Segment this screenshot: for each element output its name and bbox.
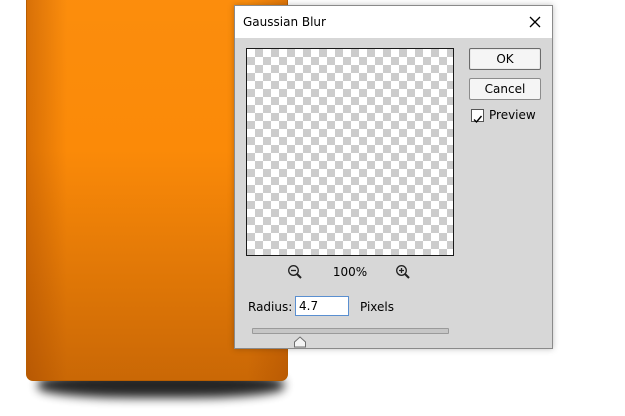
gaussian-blur-dialog: Gaussian Blur 100% Radius: 4.7 Pixels OK…: [234, 5, 553, 349]
blur-preview-area[interactable]: [246, 48, 454, 256]
zoom-level-readout: 100%: [332, 265, 368, 279]
slider-thumb-icon: [294, 336, 306, 348]
preview-checkbox[interactable]: [471, 109, 484, 124]
close-button[interactable]: [518, 6, 552, 38]
zoom-in-button[interactable]: [395, 264, 411, 280]
ok-button[interactable]: OK: [469, 48, 541, 70]
zoom-out-button[interactable]: [287, 264, 303, 280]
units-label: Pixels: [360, 300, 395, 314]
dialog-body: 100% Radius: Pixels OK Cancel: [235, 38, 552, 348]
radius-slider-track[interactable]: [252, 328, 449, 334]
photoshop-workspace: Gaussian Blur 100% Radius: 4.7 Pixels OK…: [0, 0, 625, 416]
cancel-button[interactable]: Cancel: [469, 78, 541, 100]
checkmark-icon: [473, 115, 483, 124]
radius-slider-thumb[interactable]: [293, 333, 307, 348]
dialog-title: Gaussian Blur: [243, 15, 326, 29]
zoom-in-icon: [396, 265, 410, 279]
dialog-titlebar: Gaussian Blur: [235, 6, 552, 38]
radius-input[interactable]: [295, 296, 349, 316]
preview-checkbox-label[interactable]: Preview: [489, 108, 536, 122]
close-icon: [529, 16, 541, 28]
zoom-out-icon: [288, 265, 302, 279]
radius-label: Radius:: [248, 300, 293, 314]
